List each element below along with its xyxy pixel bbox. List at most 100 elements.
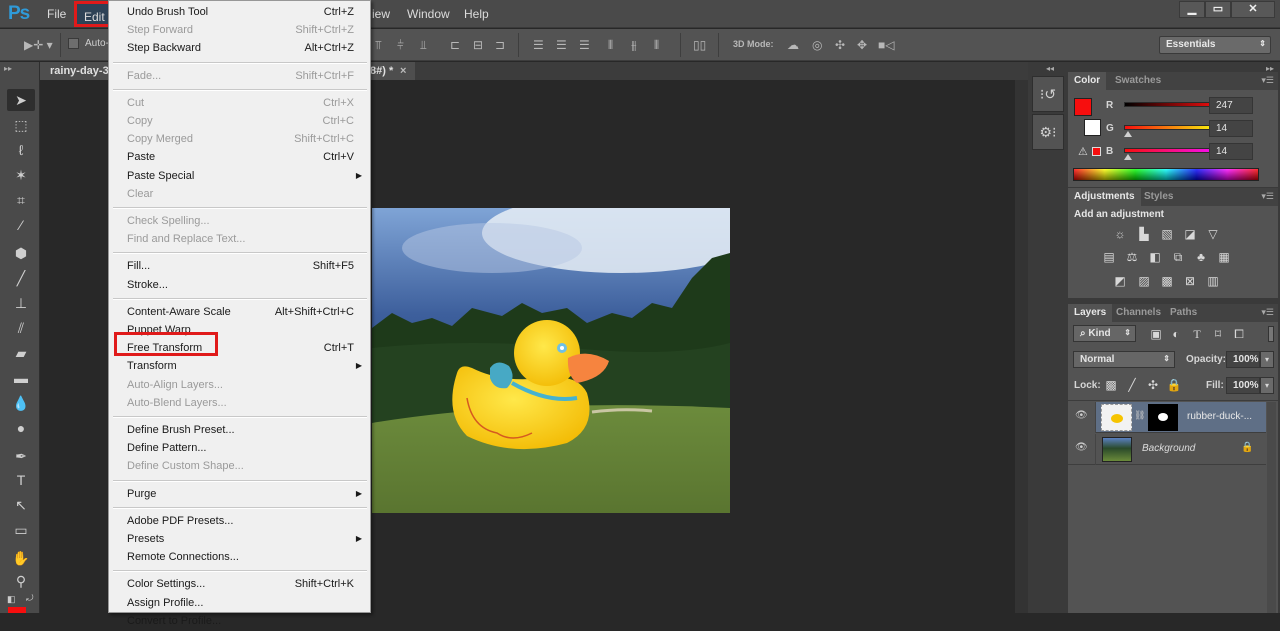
eraser-tool[interactable]: ▰ [7,342,35,364]
gamut-color-swatch[interactable] [1092,147,1101,156]
layer-row-rubber-duck[interactable]: 👁 ⛓ rubber-duck-... [1068,402,1266,433]
hand-tool[interactable]: ✋ [7,547,35,569]
menu-item-color-settings[interactable]: Color Settings... Shift+Ctrl+K [109,576,370,594]
expand-toolbox-icon[interactable]: ▸▸ [4,64,12,73]
tab-styles[interactable]: Styles [1138,188,1179,206]
menu-item-convert-to-profile[interactable]: Convert to Profile... [109,613,370,631]
menu-item-paste-special[interactable]: Paste Special ▶ [109,168,370,186]
collapse-dock-icon[interactable]: ◂◂ [1046,64,1054,73]
channel-value-b[interactable]: 14 [1209,143,1253,160]
filter-toggle[interactable] [1268,326,1274,342]
magic-wand-tool[interactable]: ✶ [7,164,35,186]
auto-align-icon[interactable]: ▯▯ [693,38,706,52]
invert-icon[interactable]: ◩ [1112,274,1128,288]
selective-color-icon[interactable]: ⊠ [1182,274,1198,288]
slider-b[interactable] [1124,148,1220,153]
layer-name[interactable]: Background [1142,443,1195,454]
tab-adjustments[interactable]: Adjustments [1068,188,1141,206]
brush-tool[interactable]: ╱ [7,267,35,289]
spot-healing-tool[interactable]: ⬢ [7,242,35,264]
move-tool[interactable]: ➤ [7,89,35,111]
menu-item-assign-profile[interactable]: Assign Profile... [109,595,370,613]
history-panel-button[interactable]: ⁝↺ [1032,76,1064,112]
menu-item-define-custom-shape[interactable]: Define Custom Shape... [109,458,370,476]
document-image[interactable] [372,208,730,513]
dodge-tool[interactable]: ● [7,417,35,439]
type-tool[interactable]: T [7,469,35,491]
path-selection-tool[interactable]: ↖ [7,494,35,516]
menu-item-transform[interactable]: Transform ▶ [109,358,370,376]
slider-g[interactable] [1124,125,1220,130]
align-top-icon[interactable]: ⫪ [375,38,382,53]
panel-menu-icon[interactable]: ▾☰ [1261,75,1274,86]
crop-tool[interactable]: ⌗ [7,189,35,211]
menu-window[interactable]: Window [407,7,450,21]
eye-icon[interactable]: 👁 [1075,410,1088,421]
3d-panel-button[interactable]: ⚙⁝ [1032,114,1064,150]
slider-b-thumb[interactable] [1124,154,1132,160]
distribute-left-icon[interactable]: ⫴ [608,38,613,53]
menu-item-clear[interactable]: Clear [109,186,370,204]
menu-view[interactable]: iew [372,7,390,21]
hue-saturation-icon[interactable]: ▤ [1101,250,1117,264]
move-tool-preset-icon[interactable]: ▶✛ ▾ [24,38,53,52]
swap-colors-icon[interactable]: ⤾ [26,593,34,604]
marquee-tool[interactable]: ⬚ [7,114,35,136]
channel-value-g[interactable]: 14 [1209,120,1253,137]
slider-g-thumb[interactable] [1124,131,1132,137]
menu-item-fade[interactable]: Fade... Shift+Ctrl+F [109,68,370,86]
menu-item-remote-connections[interactable]: Remote Connections... [109,549,370,567]
filter-adjustment-icon[interactable]: ◐ [1168,327,1184,341]
threshold-icon[interactable]: ▩ [1159,274,1175,288]
menu-item-copy-merged[interactable]: Copy Merged Shift+Ctrl+C [109,131,370,149]
zoom-tool[interactable]: ⚲ [7,570,35,592]
3d-slide-icon[interactable]: ✥ [857,38,867,52]
align-vcenter-icon[interactable]: ⫩ [397,38,404,53]
menu-item-step-forward[interactable]: Step Forward Shift+Ctrl+Z [109,22,370,40]
exposure-icon[interactable]: ◪ [1182,227,1198,241]
opacity-input[interactable]: 100% [1226,351,1260,368]
curves-icon[interactable]: ▧ [1159,227,1175,241]
distribute-vcenter-icon[interactable]: ☰ [556,38,567,52]
menu-item-content-aware-scale[interactable]: Content-Aware Scale Alt+Shift+Ctrl+C [109,304,370,322]
menu-item-find-and-replace-text[interactable]: Find and Replace Text... [109,231,370,249]
menu-item-step-backward[interactable]: Step Backward Alt+Ctrl+Z [109,40,370,58]
channel-mixer-icon[interactable]: ♣ [1193,250,1209,264]
panel-menu-icon[interactable]: ▾☰ [1261,191,1274,202]
menu-item-presets[interactable]: Presets ▶ [109,531,370,549]
lasso-tool[interactable]: ℓ [7,139,35,161]
tab-paths[interactable]: Paths [1164,304,1203,322]
lock-position-icon[interactable]: ✣ [1145,378,1161,392]
gradient-tool[interactable]: ▬ [7,367,35,389]
close-window-button[interactable]: ✕ [1231,1,1275,18]
menu-item-purge[interactable]: Purge ▶ [109,486,370,504]
menu-item-adobe-pdf-presets[interactable]: Adobe PDF Presets... [109,513,370,531]
auto-select-checkbox[interactable] [68,38,79,49]
opacity-dropdown-button[interactable]: ▾ [1260,351,1274,368]
close-tab-icon[interactable]: × [400,65,406,77]
foreground-color-swatch[interactable] [8,607,26,613]
menu-item-copy[interactable]: Copy Ctrl+C [109,113,370,131]
blur-tool[interactable]: 💧 [7,392,35,414]
color-balance-icon[interactable]: ⚖ [1124,250,1140,264]
tab-layers[interactable]: Layers [1068,304,1113,322]
menu-item-undo-brush-tool[interactable]: Undo Brush Tool Ctrl+Z [109,4,370,22]
layer-row-background[interactable]: 👁 Background 🔒 [1068,434,1266,465]
foreground-color-swatch[interactable] [1074,98,1092,116]
distribute-bottom-icon[interactable]: ☰ [579,38,590,52]
3d-scale-icon[interactable]: ■◁ [878,38,894,52]
menu-item-check-spelling[interactable]: Check Spelling... [109,213,370,231]
filter-type-icon[interactable]: T [1189,327,1205,341]
default-colors-icon[interactable]: ◧ [7,594,16,605]
menu-file[interactable]: File [47,7,66,21]
lock-transparent-icon[interactable]: ▩ [1103,378,1119,392]
history-brush-tool[interactable]: ⫽ [7,317,35,339]
menu-item-stroke[interactable]: Stroke... [109,277,370,295]
align-left-icon[interactable]: ⊏ [450,38,460,52]
eye-icon[interactable]: 👁 [1075,442,1088,453]
fill-dropdown-button[interactable]: ▾ [1260,377,1274,394]
3d-rotate-icon[interactable]: ☁ [787,38,799,52]
distribute-top-icon[interactable]: ☰ [533,38,544,52]
filter-shape-icon[interactable]: ⌑ [1210,327,1226,341]
menu-help[interactable]: Help [464,7,489,21]
